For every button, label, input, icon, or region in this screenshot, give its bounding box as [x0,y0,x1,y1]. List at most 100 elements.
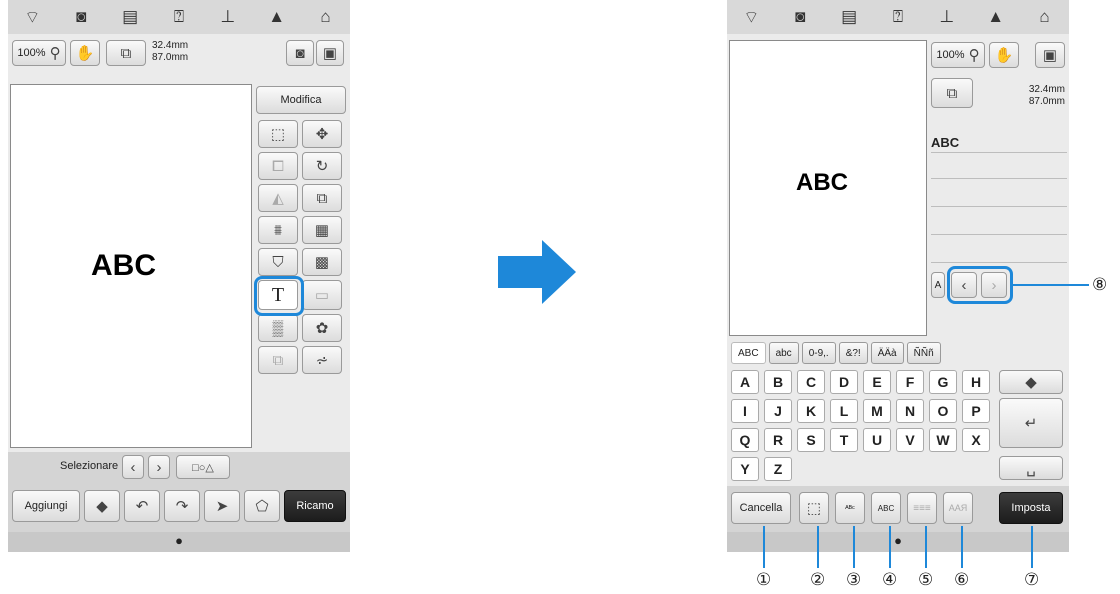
key-l[interactable]: L [830,399,858,423]
text-input-field[interactable]: ABC [931,134,1063,152]
group-tool-button[interactable]: ⧠ [258,152,298,180]
pointer-icon: ➤ [215,498,229,515]
array-tool-button[interactable]: ▦ [302,216,342,244]
key-g[interactable]: G [929,370,957,394]
enter-button[interactable]: ↵ [999,398,1063,448]
text-size-button[interactable]: ⬚ [799,492,829,524]
add-button[interactable]: Aggiungi [12,490,80,522]
callout-5: ⑤ [918,570,934,590]
help-icon[interactable]: ⍰ [165,7,193,27]
key-e[interactable]: E [863,370,891,394]
key-s[interactable]: S [797,428,825,452]
space-button[interactable]: ␣ [999,456,1063,480]
border-tool-button[interactable]: ▒ [258,314,298,342]
help-icon[interactable]: ⍰ [884,7,912,27]
key-k[interactable]: K [797,399,825,423]
lock-icon[interactable]: ▲ [263,7,291,27]
select-next-button[interactable]: › [148,455,170,479]
document-icon[interactable]: ▤ [835,7,863,27]
right-pan-button[interactable]: ✋ [989,42,1019,68]
key-t[interactable]: T [830,428,858,452]
density-tool-button[interactable]: ⩩ [258,216,298,244]
home-icon[interactable]: ⌂ [311,7,339,27]
layout-button[interactable]: ⧉ [106,40,146,66]
delete-char-button[interactable]: ◆ [999,370,1063,394]
sewing-foot-icon[interactable]: ⊥ [214,7,242,27]
embroidery-canvas[interactable]: ABC [10,84,252,448]
key-x[interactable]: X [962,428,990,452]
tab-symbols[interactable]: &?! [838,342,868,364]
cancel-button[interactable]: Cancella [731,492,791,524]
select-shapes-button[interactable]: □○△ [176,455,230,479]
key-r[interactable]: R [764,428,792,452]
applique-icon: ⛉ [272,253,284,271]
eraser-button[interactable]: ◆ [84,490,120,522]
wifi-icon[interactable]: ⌔ [737,7,765,28]
stitch-tool-button[interactable]: ⩫ [302,346,342,374]
key-m[interactable]: M [863,399,891,423]
straight-text-button[interactable]: ABC [871,492,901,524]
mirror-tool-button[interactable]: ◭ [258,184,298,212]
embroider-button[interactable]: Ricamo [284,490,346,522]
align-text-button[interactable]: ≡≡≡ [907,492,937,524]
lock-icon[interactable]: ▲ [982,7,1010,27]
size-tool-button[interactable]: ⬚ [258,120,298,148]
key-n[interactable]: N [896,399,924,423]
rotate-tool-button[interactable]: ↻ [302,152,342,180]
key-f[interactable]: F [896,370,924,394]
key-a[interactable]: A [731,370,759,394]
key-y[interactable]: Y [731,457,759,481]
color-tool-button[interactable]: ▩ [302,248,342,276]
pointer-button[interactable]: ➤ [204,490,240,522]
tab-accented[interactable]: ÄÄà [870,342,904,364]
shape-tool-button[interactable]: ✿ [302,314,342,342]
redo-icon: ↷ [175,498,189,515]
tab-upper[interactable]: ABC [731,342,766,364]
key-i[interactable]: I [731,399,759,423]
set-button[interactable]: Imposta [999,492,1063,524]
right-preview-button[interactable]: ▣ [1035,42,1065,68]
font-select-button[interactable]: A [931,272,945,298]
select-prev-button[interactable]: ‹ [122,455,144,479]
key-z[interactable]: Z [764,457,792,481]
document-icon[interactable]: ▤ [116,7,144,27]
key-d[interactable]: D [830,370,858,394]
pan-hand-button[interactable]: ✋ [70,40,100,66]
preview-button[interactable]: ▣ [316,40,344,66]
key-h[interactable]: H [962,370,990,394]
camera-icon[interactable]: ◙ [67,7,95,27]
home-icon[interactable]: ⌂ [1030,7,1058,27]
preview-text: ABC [91,249,156,282]
edit-tab[interactable]: Modifica [256,86,346,114]
key-u[interactable]: U [863,428,891,452]
move-tool-button[interactable]: ✥ [302,120,342,148]
font-style-button[interactable]: AAЯ [943,492,973,524]
camera-preview-button[interactable]: ◙ [286,40,314,66]
undo-button[interactable]: ↶ [124,490,160,522]
key-q[interactable]: Q [731,428,759,452]
key-o[interactable]: O [929,399,957,423]
key-j[interactable]: J [764,399,792,423]
text-preview-canvas[interactable]: ABC [729,40,927,336]
tab-lower[interactable]: abc [768,342,799,364]
tab-special[interactable]: ÑÑñ [906,342,941,364]
right-layout-button[interactable]: ⧉ [931,78,973,108]
align-tool-button[interactable]: ▭ [302,280,342,310]
camera-icon[interactable]: ◙ [786,7,814,27]
order-tool-button[interactable]: ⧉ [258,346,298,374]
key-c[interactable]: C [797,370,825,394]
wifi-icon[interactable]: ⌔ [18,7,46,28]
key-b[interactable]: B [764,370,792,394]
arc-text-button[interactable]: ᴬᴮᶜ [835,492,865,524]
duplicate-tool-button[interactable]: ⧉ [302,184,342,212]
key-v[interactable]: V [896,428,924,452]
applique-tool-button[interactable]: ⛉ [258,248,298,276]
redo-button[interactable]: ↷ [164,490,200,522]
sewing-foot-icon[interactable]: ⊥ [933,7,961,27]
zoom-button[interactable]: 100% ⚲ [12,40,66,66]
key-p[interactable]: P [962,399,990,423]
right-zoom-button[interactable]: 100% ⚲ [931,42,985,68]
frame-button[interactable]: ⬠ [244,490,280,522]
tab-numbers[interactable]: 0-9,. [801,342,836,364]
key-w[interactable]: W [929,428,957,452]
